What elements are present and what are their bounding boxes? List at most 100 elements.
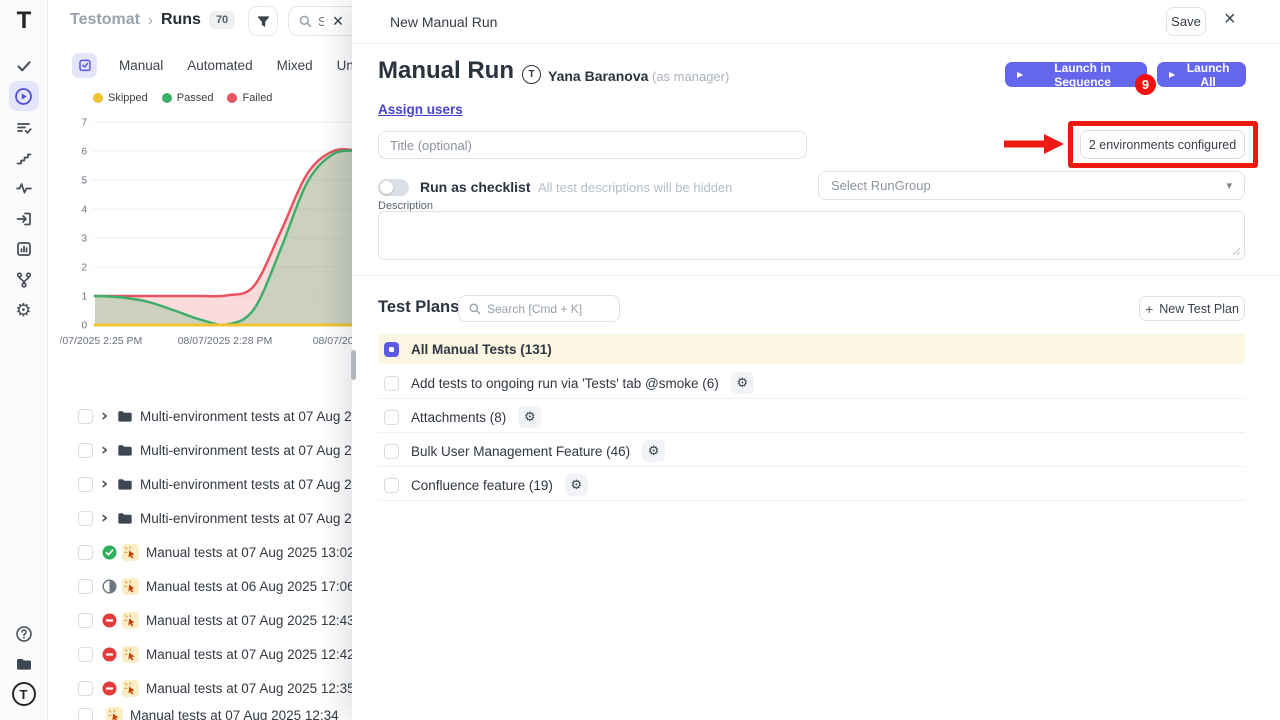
page-title: Manual Run [378, 57, 514, 85]
manual-run-icon [106, 707, 123, 720]
run-row[interactable]: Manual tests at 07 Aug 2025 12:34 [48, 698, 352, 720]
new-test-plan-button[interactable]: + New Test Plan [1139, 296, 1245, 321]
search-clear-icon[interactable]: × [324, 7, 352, 35]
play-icon: ▶ [1017, 71, 1023, 79]
plus-icon: + [1145, 302, 1153, 316]
status-progress-icon [102, 579, 117, 594]
manual-run-icon [122, 544, 139, 561]
test-plan-row[interactable]: All Manual Tests (131) [378, 334, 1245, 364]
sidebar: T ⚙ [0, 0, 48, 720]
run-title[interactable]: Manual tests at 07 Aug 2025 12:43 [146, 613, 352, 628]
manual-run-icon [122, 578, 139, 595]
row-checkbox[interactable] [78, 579, 93, 594]
run-folder-row[interactable]: › Multi-environment tests at 07 Aug 2025 [48, 433, 352, 467]
test-plan-row[interactable]: Bulk User Management Feature (46)⚙ [378, 436, 1245, 467]
plan-checkbox[interactable] [384, 410, 399, 425]
test-plans-list: All Manual Tests (131) Add tests to ongoi… [378, 334, 1245, 504]
projects-folder-icon[interactable] [9, 649, 39, 679]
run-title[interactable]: Manual tests at 07 Aug 2025 12:34 [130, 708, 339, 720]
svg-text:5: 5 [81, 176, 87, 187]
expand-chevron-icon[interactable]: › [101, 442, 108, 459]
expand-chevron-icon[interactable]: › [101, 510, 108, 527]
run-folder-row[interactable]: › Multi-environment tests at 07 Aug 2025 [48, 467, 352, 501]
test-plan-row[interactable]: Attachments (8)⚙ [378, 402, 1245, 433]
run-title[interactable]: Manual tests at 07 Aug 2025 13:02 [146, 545, 352, 560]
plan-checkbox[interactable] [384, 444, 399, 459]
branch-icon[interactable] [9, 265, 39, 295]
run-title[interactable]: Multi-environment tests at 07 Aug 2025 [140, 511, 352, 526]
run-row[interactable]: Manual tests at 07 Aug 2025 12:43from [48, 603, 352, 637]
plan-checkbox[interactable] [384, 376, 399, 391]
assign-users-link[interactable]: Assign users [378, 102, 463, 117]
run-title[interactable]: Multi-environment tests at 07 Aug 2025 [140, 409, 352, 424]
tab-unfinished[interactable]: Unfinished [325, 52, 352, 79]
plan-settings-gear-icon[interactable]: ⚙ [731, 372, 754, 394]
plan-settings-gear-icon[interactable]: ⚙ [565, 474, 588, 496]
save-button[interactable]: Save [1166, 7, 1206, 36]
funnel-icon [256, 14, 271, 29]
launch-in-sequence-button[interactable]: ▶ Launch in Sequence [1005, 62, 1147, 87]
row-checkbox[interactable] [78, 409, 93, 424]
run-folder-row[interactable]: › Multi-environment tests at 07 Aug 2025 [48, 399, 352, 433]
run-row[interactable]: Manual tests at 06 Aug 2025 17:0613 [48, 569, 352, 603]
plan-checkbox[interactable] [384, 478, 399, 493]
run-title[interactable]: Multi-environment tests at 07 Aug 2025 [140, 443, 352, 458]
pulse-icon[interactable] [9, 173, 39, 203]
run-title[interactable]: Manual tests at 07 Aug 2025 12:42 [146, 647, 352, 662]
run-title[interactable]: Manual tests at 06 Aug 2025 17:06 [146, 579, 352, 594]
row-checkbox[interactable] [78, 511, 93, 526]
resize-handle-icon[interactable] [1232, 247, 1241, 256]
breadcrumb-page: Runs [161, 11, 201, 29]
settings-gear-icon[interactable]: ⚙ [9, 296, 39, 326]
analytics-icon[interactable] [9, 234, 39, 264]
owner-name: Yana Baranova [548, 68, 648, 84]
run-folder-row[interactable]: › Multi-environment tests at 07 Aug 2025 [48, 501, 352, 535]
test-plan-row[interactable]: Add tests to ongoing run via 'Tests' tab… [378, 368, 1245, 399]
row-checkbox[interactable] [78, 545, 93, 560]
check-icon[interactable] [9, 51, 39, 81]
breadcrumb-project[interactable]: Testomat [70, 11, 140, 29]
app-logo-icon[interactable]: T [0, 4, 48, 38]
row-checkbox[interactable] [78, 708, 93, 720]
tab-manual[interactable]: Manual [107, 52, 175, 79]
row-checkbox[interactable] [78, 477, 93, 492]
rungroup-select[interactable]: Select RunGroup ▾ [818, 171, 1245, 200]
run-as-checklist-toggle[interactable] [378, 179, 409, 196]
test-plans-search-field[interactable] [487, 302, 597, 316]
scrollbar-thumb[interactable] [351, 350, 356, 380]
row-checkbox[interactable] [78, 443, 93, 458]
run-title[interactable]: Multi-environment tests at 07 Aug 2025 [140, 477, 352, 492]
run-title-input[interactable] [378, 131, 807, 159]
test-plans-list-icon[interactable] [9, 113, 39, 143]
row-checkbox[interactable] [78, 647, 93, 662]
expand-chevron-icon[interactable]: › [101, 476, 108, 493]
description-textarea[interactable] [378, 211, 1245, 260]
runs-play-icon[interactable] [9, 81, 39, 111]
status-failed-icon [102, 613, 117, 628]
svg-text:3: 3 [81, 234, 87, 245]
test-plan-row[interactable]: Confluence feature (19)⚙ [378, 470, 1245, 501]
run-row[interactable]: Manual tests at 07 Aug 2025 12:42from [48, 637, 352, 671]
svg-text:4: 4 [81, 205, 87, 216]
checklist-tab-icon[interactable] [72, 53, 97, 78]
row-checkbox[interactable] [78, 613, 93, 628]
plan-settings-gear-icon[interactable]: ⚙ [642, 440, 665, 462]
launch-all-button[interactable]: ▶ Launch All [1157, 62, 1246, 87]
import-icon[interactable] [9, 204, 39, 234]
filter-button[interactable] [248, 6, 278, 36]
run-title[interactable]: Manual tests at 07 Aug 2025 12:35 [146, 681, 352, 696]
help-icon[interactable] [9, 619, 39, 649]
test-plans-heading: Test Plans [378, 298, 459, 317]
row-checkbox[interactable] [78, 681, 93, 696]
run-row[interactable]: Manual tests at 07 Aug 2025 13:02from [48, 535, 352, 569]
logo-circle-icon[interactable]: T [9, 679, 39, 709]
close-icon[interactable]: × [1224, 9, 1236, 29]
plan-checkbox[interactable] [384, 342, 399, 357]
notification-badge: 9 [1135, 74, 1156, 95]
tab-mixed[interactable]: Mixed [265, 52, 325, 79]
plan-settings-gear-icon[interactable]: ⚙ [518, 406, 541, 428]
expand-chevron-icon[interactable]: › [101, 408, 108, 425]
steps-icon[interactable] [9, 143, 39, 173]
test-plans-search[interactable] [458, 295, 620, 322]
tab-automated[interactable]: Automated [175, 52, 264, 79]
